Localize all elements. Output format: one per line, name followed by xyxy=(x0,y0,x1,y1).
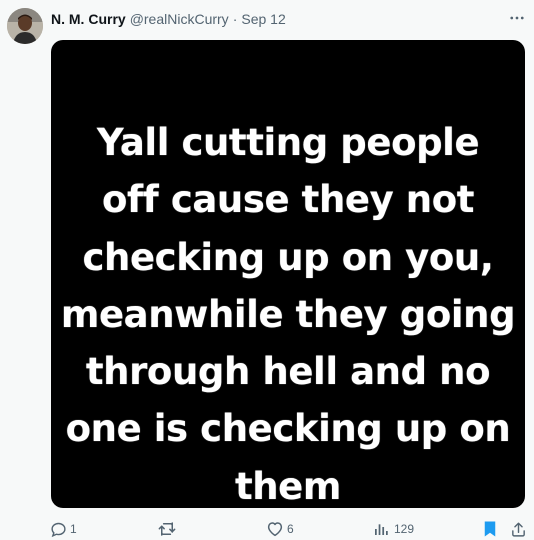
author-name[interactable]: N. M. Curry xyxy=(51,11,126,27)
reply-button[interactable]: 1 xyxy=(50,518,77,540)
views-icon xyxy=(375,524,388,535)
reply-count: 1 xyxy=(70,522,77,536)
avatar-image xyxy=(7,8,43,44)
bookmark-button[interactable] xyxy=(482,518,498,540)
like-count: 6 xyxy=(287,522,294,536)
tweet[interactable]: N. M. Curry @realNickCurry · Sep 12 Yall… xyxy=(0,0,534,540)
header-separator: · xyxy=(232,11,238,27)
share-button[interactable] xyxy=(510,518,527,540)
author-handle[interactable]: @realNickCurry xyxy=(130,11,229,27)
heart-icon xyxy=(267,522,283,537)
reply-icon xyxy=(51,522,66,537)
views-button[interactable]: 129 xyxy=(373,518,414,540)
tweet-date[interactable]: Sep 12 xyxy=(241,11,285,27)
tweet-header: N. M. Curry @realNickCurry · Sep 12 xyxy=(51,9,286,29)
action-bar: 1 6 129 xyxy=(0,518,534,540)
bookmark-icon xyxy=(484,521,496,537)
view-count: 129 xyxy=(394,522,415,536)
retweet-icon xyxy=(158,522,176,536)
avatar[interactable] xyxy=(7,8,43,44)
image-text: Yall cutting people off cause they not c… xyxy=(60,121,516,508)
like-button[interactable]: 6 xyxy=(266,518,294,540)
tweet-image[interactable]: Yall cutting people off cause they not c… xyxy=(51,40,525,508)
more-horizontal-icon xyxy=(510,16,524,20)
retweet-button[interactable] xyxy=(158,518,179,540)
more-options-button[interactable] xyxy=(506,7,528,29)
share-icon xyxy=(512,522,525,537)
